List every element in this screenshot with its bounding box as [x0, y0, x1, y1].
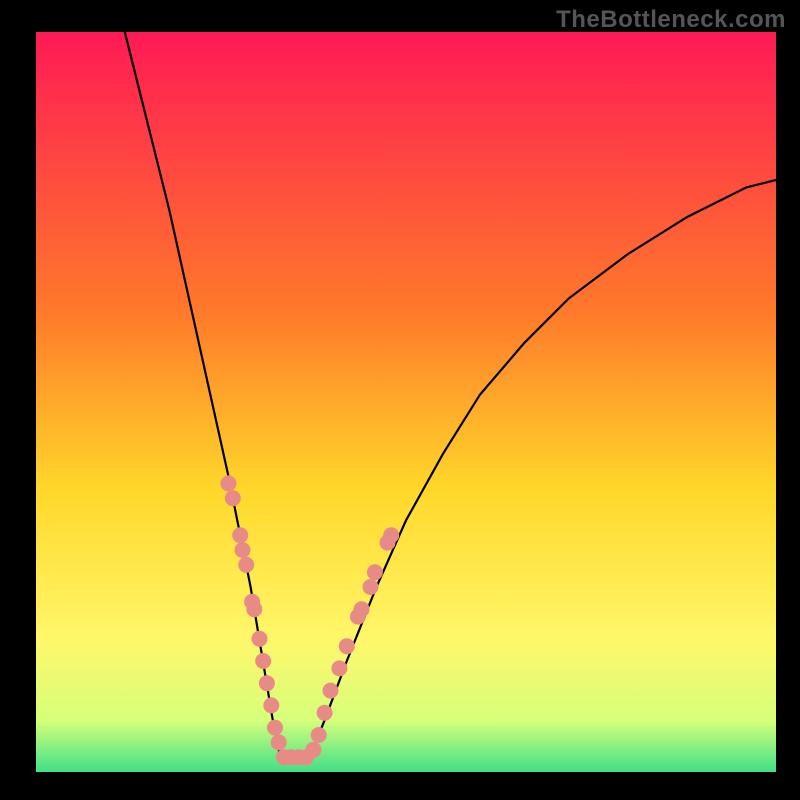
plot-background: [36, 32, 776, 772]
bottleneck-chart: [0, 0, 800, 800]
data-dot: [271, 734, 287, 750]
data-dot: [263, 697, 279, 713]
data-dot: [323, 683, 339, 699]
data-dot: [235, 542, 251, 558]
data-dot: [317, 705, 333, 721]
data-dot: [220, 475, 236, 491]
data-dot: [255, 653, 271, 669]
data-dot: [367, 564, 383, 580]
data-dot: [363, 579, 379, 595]
chart-frame: TheBottleneck.com: [0, 0, 800, 800]
data-dot: [267, 720, 283, 736]
data-dot: [225, 490, 241, 506]
data-dot: [259, 675, 275, 691]
data-dot: [306, 742, 322, 758]
data-dot: [354, 601, 370, 617]
data-dot: [331, 660, 347, 676]
data-dot: [311, 727, 327, 743]
data-dot: [383, 527, 399, 543]
watermark-text: TheBottleneck.com: [556, 6, 786, 34]
data-dot: [232, 527, 248, 543]
data-dot: [252, 631, 268, 647]
data-dot: [339, 638, 355, 654]
data-dot: [238, 557, 254, 573]
data-dot: [246, 601, 262, 617]
